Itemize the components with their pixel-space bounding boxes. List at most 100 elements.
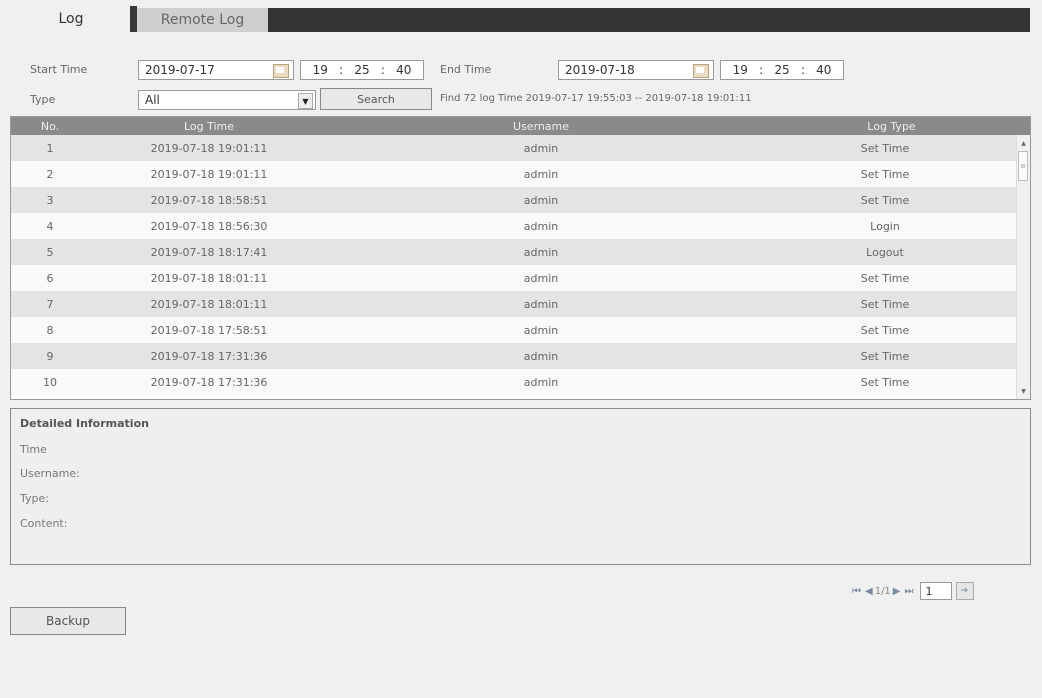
- scroll-up-icon[interactable]: ▲: [1017, 137, 1030, 149]
- details-type-label: Type:: [20, 492, 49, 505]
- cell-no: 5: [46, 245, 54, 259]
- cell-username: admin: [523, 323, 559, 337]
- end-hour[interactable]: 19: [733, 63, 748, 77]
- start-minute[interactable]: 25: [354, 63, 369, 77]
- header-username[interactable]: Username: [329, 117, 753, 135]
- cell-username: admin: [523, 349, 559, 363]
- cell-no: 1: [46, 141, 54, 155]
- cell-username: admin: [523, 271, 559, 285]
- start-date-value: 2019-07-17: [145, 63, 215, 77]
- cell-log-type: Set Time: [860, 193, 910, 207]
- cell-username: admin: [523, 141, 559, 155]
- cell-username: admin: [523, 167, 559, 181]
- table-row[interactable]: 3 2019-07-18 18:58:51 admin Set Time: [11, 187, 1017, 213]
- type-label: Type: [30, 93, 56, 106]
- cell-log-time: 2019-07-18 17:31:36: [150, 349, 268, 363]
- go-page-icon[interactable]: ➔: [955, 582, 974, 600]
- cell-no: 4: [46, 219, 54, 233]
- backup-button[interactable]: Backup: [10, 607, 126, 635]
- table-row[interactable]: 2 2019-07-18 19:01:11 admin Set Time: [11, 161, 1017, 187]
- end-second[interactable]: 40: [816, 63, 831, 77]
- details-content-label: Content:: [20, 517, 68, 530]
- cell-log-type: Set Time: [860, 167, 910, 181]
- end-minute[interactable]: 25: [774, 63, 789, 77]
- cell-username: admin: [523, 245, 559, 259]
- cell-log-time: 2019-07-18 19:01:11: [150, 141, 268, 155]
- cell-log-type: Set Time: [860, 271, 910, 285]
- end-time-label: End Time: [440, 63, 492, 76]
- end-date-value: 2019-07-18: [565, 63, 635, 77]
- scroll-thumb[interactable]: ≡: [1018, 151, 1028, 181]
- cell-log-type: Set Time: [860, 141, 910, 155]
- details-username-label: Username:: [20, 467, 80, 480]
- type-select[interactable]: All ▼: [138, 90, 316, 110]
- cell-log-time: 2019-07-18 18:01:11: [150, 271, 268, 285]
- cell-no: 10: [43, 375, 57, 389]
- cell-log-type: Logout: [866, 245, 904, 259]
- table-row[interactable]: 9 2019-07-18 17:31:36 admin Set Time: [11, 343, 1017, 369]
- type-select-value: All: [145, 93, 160, 107]
- search-result-text: Find 72 log Time 2019-07-17 19:55:03 -- …: [440, 93, 752, 104]
- cell-log-type: Set Time: [860, 323, 910, 337]
- cell-no: 2: [46, 167, 54, 181]
- table-row[interactable]: 7 2019-07-18 18:01:11 admin Set Time: [11, 291, 1017, 317]
- tab-remote-log[interactable]: Remote Log: [137, 8, 268, 32]
- cell-log-type: Set Time: [860, 297, 910, 311]
- table-scrollbar[interactable]: ▲ ≡ ▼: [1016, 135, 1030, 399]
- cell-no: 6: [46, 271, 54, 285]
- end-time-input[interactable]: 19 : 25 : 40: [720, 60, 844, 80]
- first-page-icon[interactable]: ⏮: [852, 586, 861, 597]
- time-separator: :: [339, 63, 344, 77]
- next-page-icon[interactable]: ▶: [893, 586, 901, 597]
- start-second[interactable]: 40: [396, 63, 411, 77]
- time-separator: :: [380, 63, 385, 77]
- header-log-time[interactable]: Log Time: [89, 117, 329, 135]
- cell-log-type: Set Time: [860, 375, 910, 389]
- last-page-icon[interactable]: ⏭: [905, 586, 914, 597]
- pagination: ⏮ ◀ 1/1 ▶ ⏭ 1 ➔: [850, 580, 974, 602]
- cell-log-type: Login: [870, 219, 900, 233]
- tab-bar: Log Remote Log: [0, 0, 1030, 32]
- time-separator: :: [759, 63, 764, 77]
- cell-log-type: Set Time: [860, 349, 910, 363]
- cell-username: admin: [523, 193, 559, 207]
- cell-no: 8: [46, 323, 54, 337]
- start-time-label: Start Time: [30, 63, 88, 76]
- table-row[interactable]: 5 2019-07-18 18:17:41 admin Logout: [11, 239, 1017, 265]
- table-body: 1 2019-07-18 19:01:11 admin Set Time 2 2019-…: [11, 135, 1017, 395]
- cell-username: admin: [523, 297, 559, 311]
- cell-log-time: 2019-07-18 18:17:41: [150, 245, 268, 259]
- cell-log-time: 2019-07-18 19:01:11: [150, 167, 268, 181]
- cell-log-time: 2019-07-18 17:58:51: [150, 323, 268, 337]
- table-row[interactable]: 8 2019-07-18 17:58:51 admin Set Time: [11, 317, 1017, 343]
- cell-log-time: 2019-07-18 18:01:11: [150, 297, 268, 311]
- time-separator: :: [800, 63, 805, 77]
- table-row[interactable]: 10 2019-07-18 17:31:36 admin Set Time: [11, 369, 1017, 395]
- tab-log[interactable]: Log: [12, 6, 130, 32]
- details-time-label: Time: [20, 443, 47, 456]
- cell-username: admin: [523, 375, 559, 389]
- scroll-down-icon[interactable]: ▼: [1017, 385, 1030, 397]
- detailed-information-panel: Detailed Information Time Username: Type…: [10, 408, 1031, 565]
- cell-no: 9: [46, 349, 54, 363]
- calendar-icon[interactable]: [273, 64, 289, 78]
- table-row[interactable]: 6 2019-07-18 18:01:11 admin Set Time: [11, 265, 1017, 291]
- end-date-input[interactable]: 2019-07-18: [558, 60, 714, 80]
- prev-page-icon[interactable]: ◀: [865, 586, 873, 597]
- table-row[interactable]: 1 2019-07-18 19:01:11 admin Set Time: [11, 135, 1017, 161]
- calendar-icon[interactable]: [693, 64, 709, 78]
- cell-no: 7: [46, 297, 54, 311]
- log-table: No. Log Time Username Log Type 1 2019-07-…: [10, 116, 1031, 400]
- chevron-down-icon[interactable]: ▼: [298, 93, 313, 109]
- search-button[interactable]: Search: [320, 88, 432, 110]
- page-info: 1/1: [874, 585, 891, 597]
- header-no[interactable]: No.: [11, 117, 89, 135]
- cell-no: 3: [46, 193, 54, 207]
- table-row[interactable]: 4 2019-07-18 18:56:30 admin Login: [11, 213, 1017, 239]
- start-date-input[interactable]: 2019-07-17: [138, 60, 294, 80]
- start-time-input[interactable]: 19 : 25 : 40: [300, 60, 424, 80]
- start-hour[interactable]: 19: [313, 63, 328, 77]
- page-number-input[interactable]: 1: [919, 582, 952, 600]
- cell-log-time: 2019-07-18 17:31:36: [150, 375, 268, 389]
- header-log-type[interactable]: Log Type: [753, 117, 1030, 135]
